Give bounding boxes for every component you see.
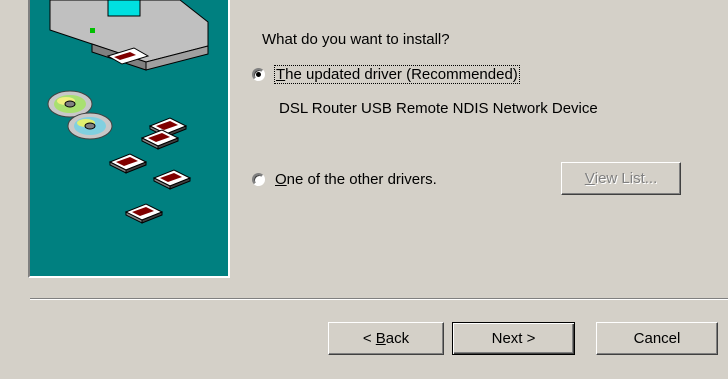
next-button[interactable]: Next > (452, 322, 575, 355)
device-name: DSL Router USB Remote NDIS Network Devic… (279, 100, 598, 117)
radio-updated-driver[interactable]: The updated driver (Recommended) (252, 65, 520, 84)
view-list-button[interactable]: View List... (561, 162, 681, 195)
radio-unselected-icon[interactable] (252, 173, 265, 186)
computer-illustration-icon (47, 0, 209, 224)
hardware-wizard-dialog: What do you want to install? The updated… (0, 0, 728, 379)
cd-disc-icon (47, 90, 113, 140)
computer-icon (49, 0, 209, 71)
radio-other-drivers-label[interactable]: One of the other drivers. (275, 171, 437, 188)
wizard-illustration (28, 0, 230, 278)
radio-selected-icon[interactable] (252, 68, 265, 81)
radio-other-drivers[interactable]: One of the other drivers. (252, 171, 437, 188)
cancel-button[interactable]: Cancel (596, 322, 718, 355)
radio-updated-driver-label[interactable]: The updated driver (Recommended) (274, 65, 520, 84)
back-button[interactable]: < Back (328, 322, 444, 355)
install-question: What do you want to install? (262, 31, 450, 48)
separator (30, 298, 728, 300)
floppy-disk-icon (108, 117, 192, 224)
